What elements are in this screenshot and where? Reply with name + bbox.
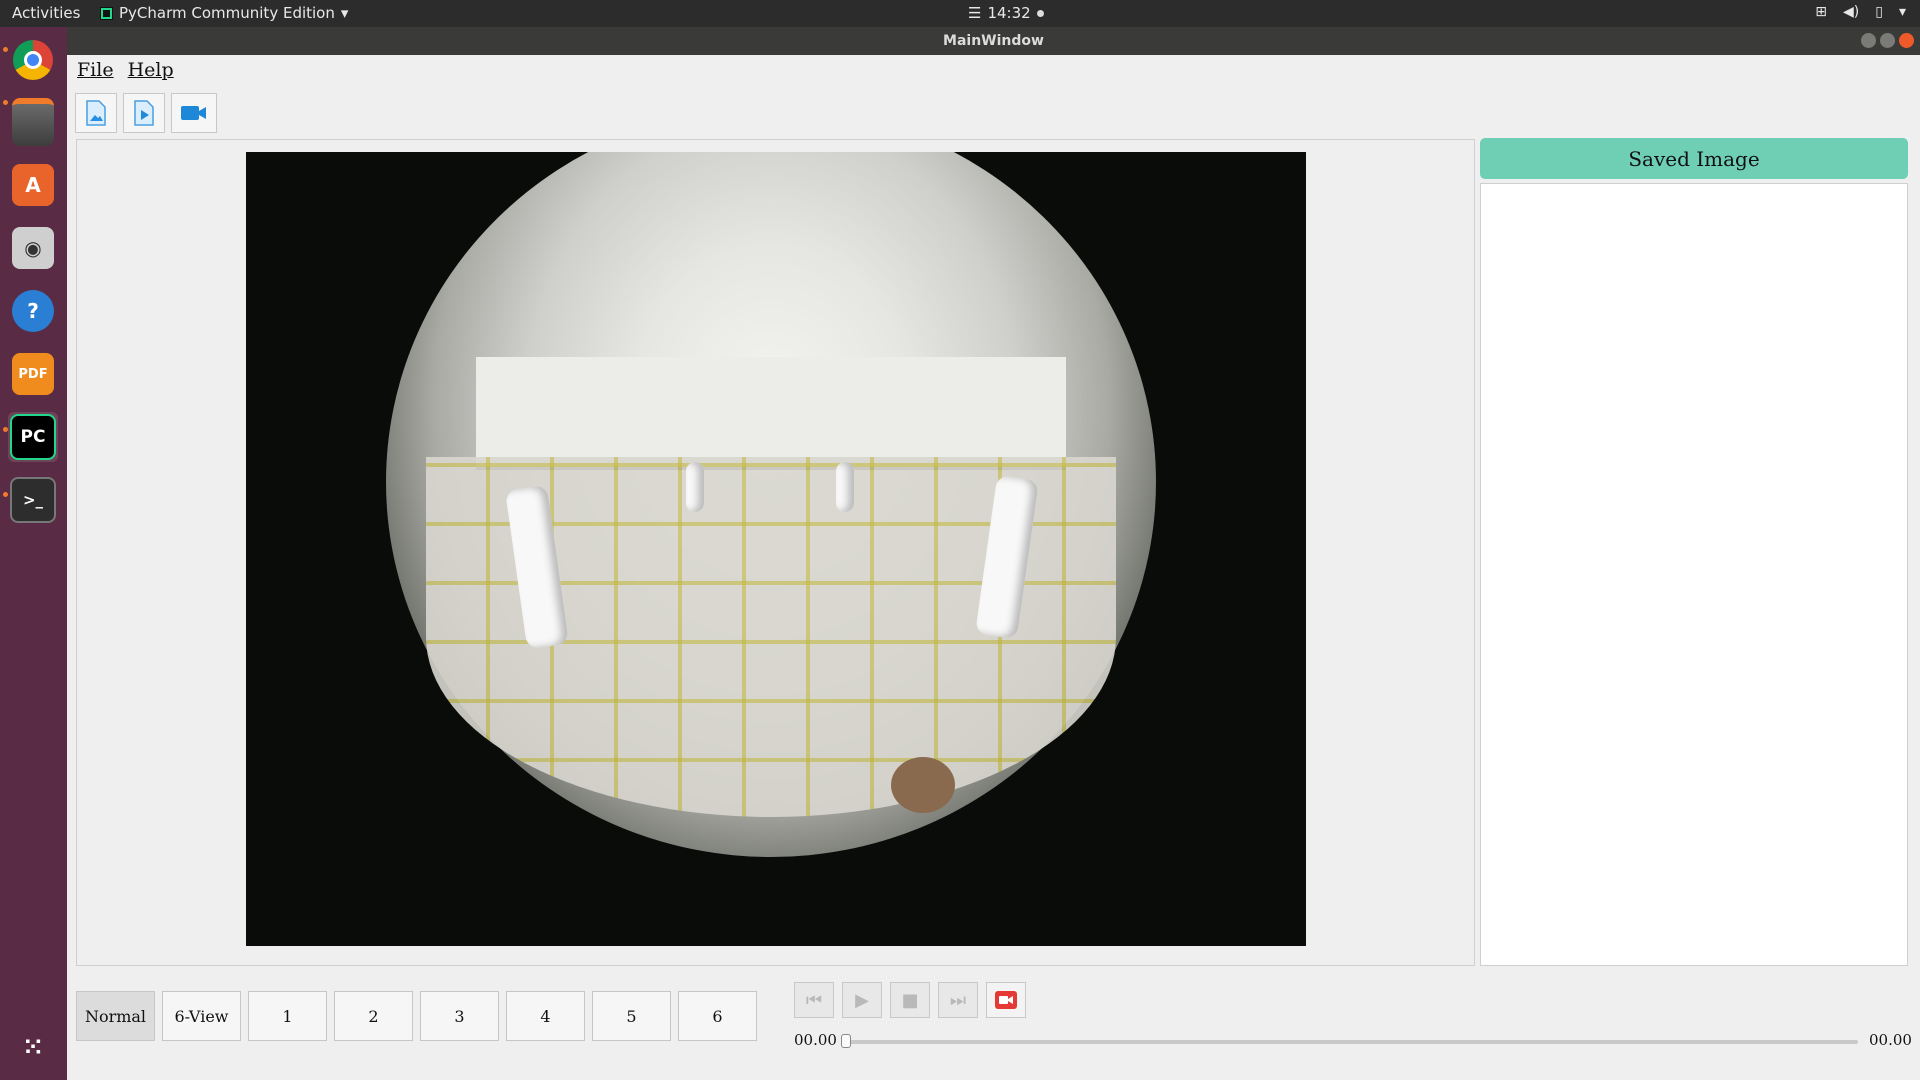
camera-icon bbox=[181, 106, 206, 120]
chevron-down-icon: ▾ bbox=[340, 4, 349, 22]
close-icon[interactable] bbox=[1899, 33, 1914, 48]
video-viewer[interactable] bbox=[76, 139, 1475, 966]
dock-camera[interactable]: ◉ bbox=[8, 223, 58, 273]
pdf-icon: PDF bbox=[12, 353, 54, 395]
record-button[interactable] bbox=[986, 982, 1026, 1018]
view-4-button[interactable]: 4 bbox=[506, 991, 585, 1041]
stop-icon: ■ bbox=[901, 989, 919, 1011]
dock: A ◉ ? PDF PC >_ ⁙ bbox=[0, 27, 67, 1080]
skip-forward-icon: ⏭ bbox=[949, 989, 967, 1011]
skip-back-button[interactable]: ⏮ bbox=[794, 982, 834, 1018]
window-title: MainWindow bbox=[943, 33, 1044, 49]
notification-icon: ☰ bbox=[968, 4, 982, 22]
open-video-button[interactable] bbox=[123, 93, 165, 133]
dock-show-apps[interactable]: ⁙ bbox=[8, 1022, 58, 1072]
playback-controls: ⏮ ▶ ■ ⏭ bbox=[794, 982, 1026, 1018]
camera-button[interactable] bbox=[171, 93, 217, 133]
menu-bar: File Help bbox=[67, 55, 174, 85]
minimize-icon[interactable] bbox=[1861, 33, 1876, 48]
view-3-button[interactable]: 3 bbox=[420, 991, 499, 1041]
view-1-button[interactable]: 1 bbox=[248, 991, 327, 1041]
view-5-button[interactable]: 5 bbox=[592, 991, 671, 1041]
dock-software[interactable]: A bbox=[8, 160, 58, 210]
chrome-icon bbox=[13, 40, 53, 80]
saved-image-panel[interactable] bbox=[1480, 183, 1908, 966]
pillar bbox=[836, 462, 854, 512]
pycharm-icon bbox=[100, 6, 113, 20]
system-tray[interactable]: ⊞ ◀) ▯ ▾ bbox=[1815, 4, 1906, 20]
toolbar bbox=[75, 93, 217, 133]
dock-pycharm[interactable]: PC bbox=[8, 412, 58, 462]
main-window: File Help Saved Image Normal 6-View 1 2 … bbox=[67, 55, 1920, 1080]
pycharm-dock-icon: PC bbox=[10, 414, 56, 460]
app-menu[interactable]: PyCharm Community Edition ▾ bbox=[100, 4, 348, 22]
dock-help[interactable]: ? bbox=[8, 286, 58, 336]
record-icon bbox=[995, 991, 1017, 1009]
slider-handle[interactable] bbox=[841, 1034, 851, 1048]
menu-file[interactable]: File bbox=[77, 59, 114, 81]
camera-app-icon: ◉ bbox=[12, 227, 54, 269]
view-6-button[interactable]: 6 bbox=[678, 991, 757, 1041]
files-icon bbox=[12, 98, 54, 146]
chevron-down-icon[interactable]: ▾ bbox=[1899, 4, 1906, 20]
teddy-bear bbox=[891, 757, 955, 813]
fisheye-circle bbox=[386, 152, 1156, 857]
skip-forward-button[interactable]: ⏭ bbox=[938, 982, 978, 1018]
saved-image-header: Saved Image bbox=[1480, 138, 1908, 179]
network-icon[interactable]: ⊞ bbox=[1815, 4, 1827, 20]
dock-files[interactable] bbox=[8, 97, 58, 147]
battery-icon[interactable]: ▯ bbox=[1875, 4, 1883, 20]
skip-back-icon: ⏮ bbox=[805, 989, 823, 1011]
playback-slider[interactable] bbox=[841, 1034, 1858, 1048]
app-menu-label: PyCharm Community Edition bbox=[119, 4, 335, 22]
volume-icon[interactable]: ◀) bbox=[1843, 4, 1859, 20]
activities-button[interactable]: Activities bbox=[12, 4, 80, 22]
status-dot-icon bbox=[1036, 9, 1044, 17]
fisheye-camera-image bbox=[246, 152, 1306, 946]
dock-chrome[interactable] bbox=[8, 35, 58, 85]
hall-wall bbox=[476, 357, 1066, 470]
pillar bbox=[686, 462, 704, 512]
open-image-icon bbox=[86, 100, 106, 126]
clock-time: 14:32 bbox=[987, 4, 1031, 22]
terminal-icon: >_ bbox=[10, 477, 56, 523]
view-2-button[interactable]: 2 bbox=[334, 991, 413, 1041]
view-6view-button[interactable]: 6-View bbox=[162, 991, 241, 1041]
play-icon: ▶ bbox=[855, 989, 869, 1011]
open-video-icon bbox=[134, 100, 154, 126]
view-normal-button[interactable]: Normal bbox=[76, 991, 155, 1041]
menu-help[interactable]: Help bbox=[128, 59, 174, 81]
app-grid-icon: ⁙ bbox=[22, 1033, 44, 1061]
maximize-icon[interactable] bbox=[1880, 33, 1895, 48]
view-mode-buttons: Normal 6-View 1 2 3 4 5 6 bbox=[76, 991, 757, 1041]
system-top-bar: Activities PyCharm Community Edition ▾ ☰… bbox=[0, 0, 1920, 27]
window-title-bar[interactable]: MainWindow bbox=[67, 27, 1920, 55]
software-center-icon: A bbox=[12, 164, 54, 206]
time-elapsed: 00.00 bbox=[794, 1031, 837, 1049]
stop-button[interactable]: ■ bbox=[890, 982, 930, 1018]
open-image-button[interactable] bbox=[75, 93, 117, 133]
dock-pdf[interactable]: PDF bbox=[8, 349, 58, 399]
clock[interactable]: ☰ 14:32 bbox=[968, 4, 1044, 22]
play-button[interactable]: ▶ bbox=[842, 982, 882, 1018]
time-total: 00.00 bbox=[1869, 1031, 1912, 1049]
help-icon: ? bbox=[12, 290, 54, 332]
dock-terminal[interactable]: >_ bbox=[8, 475, 58, 525]
